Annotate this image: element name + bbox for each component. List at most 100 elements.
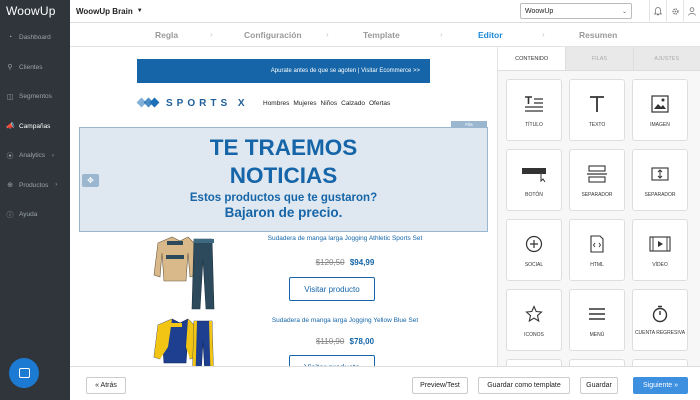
block-menu[interactable]: MENÚ — [569, 289, 625, 351]
sidebar-item-ayuda[interactable]: ⓘ Ayuda — [0, 200, 70, 230]
chevron-right-icon: › — [542, 30, 545, 39]
block-label: HTML — [590, 262, 604, 268]
block-countdown[interactable]: CUENTA REGRESIVA — [632, 289, 688, 351]
sidebar-item-dashboard[interactable]: ◔ Dashboard — [0, 23, 70, 53]
hero-subtitle-2: Bajaron de precio. — [224, 205, 343, 220]
brand-label: WoowUp Brain — [76, 6, 133, 16]
sidebar-item-label: Clientes — [19, 63, 43, 71]
block-button[interactable]: BOTÓN — [506, 149, 562, 211]
move-icon[interactable]: ✥ — [82, 174, 99, 187]
block-text[interactable]: TEXTO — [569, 79, 625, 141]
image-icon — [651, 94, 669, 114]
block-label: VÍDEO — [652, 262, 668, 268]
block-label: TEXTO — [588, 122, 606, 128]
email-nav-item[interactable]: Ofertas — [369, 100, 390, 107]
email-canvas[interactable]: Apurate antes de que se agoten | Visitar… — [70, 47, 498, 366]
sidebar-item-segmentos[interactable]: ◫ Segmentos — [0, 82, 70, 112]
step-editor[interactable]: Editor — [478, 30, 503, 40]
products-icon: ⊕ — [7, 182, 13, 190]
block-icons[interactable]: ICONOS — [506, 289, 562, 351]
caret-down-icon: ▼ — [136, 8, 143, 14]
price-row: $120,50 $94,99 — [230, 258, 460, 267]
block-html[interactable]: HTML — [569, 219, 625, 281]
chevron-right-icon: › — [52, 152, 55, 159]
button-icon — [521, 164, 547, 184]
sidebar-item-campanas[interactable]: 📣 Campañas — [0, 112, 70, 142]
promo-banner[interactable]: Apurate antes de que se agoten | Visitar… — [137, 59, 430, 83]
email-nav: Hombres Mujeres Niños Calzado Ofertas — [263, 100, 390, 107]
new-price: $94,99 — [349, 258, 375, 267]
help-icon: ⓘ — [6, 211, 14, 219]
block-video[interactable]: VÍDEO — [632, 219, 688, 281]
title-icon — [523, 94, 545, 114]
sidebar-item-label: Analytics — [19, 152, 46, 160]
price-row: $110,90 $78,00 — [230, 337, 460, 346]
visit-product-button[interactable]: Visitar producto — [289, 355, 375, 366]
block-separator[interactable]: SEPARADOR — [569, 149, 625, 211]
visit-product-button[interactable]: Visitar producto — [289, 277, 375, 301]
top-bar: WoowUp WoowUp Brain ▼ WoowUp ⌄ — [0, 0, 700, 23]
block-image[interactable]: IMAGEN — [632, 79, 688, 141]
block-label: BOTÓN — [525, 192, 543, 198]
save-as-template-button[interactable]: Guardar como template — [478, 377, 570, 394]
preview-test-button[interactable]: Preview/Test — [412, 377, 468, 394]
app-window: WoowUp WoowUp Brain ▼ WoowUp ⌄ ◔ Dashboa… — [0, 0, 700, 400]
product-image-tracksuit-yellow-blue[interactable] — [150, 317, 216, 366]
tab-contenido[interactable]: CONTENIDO — [498, 47, 566, 70]
block-label: MENÚ — [589, 332, 605, 338]
tab-ajustes[interactable]: AJUSTES — [632, 47, 700, 70]
block-label: CUENTA REGRESIVA — [634, 330, 686, 336]
product-name[interactable]: Sudadera de manga larga Jogging Athletic… — [230, 235, 460, 242]
block-label: SEPARADOR — [644, 192, 676, 198]
hero-row-selected[interactable]: Fila TE TRAEMOS NOTICIAS Estos productos… — [79, 121, 488, 232]
brand-selector[interactable]: WoowUp Brain ▼ — [76, 7, 143, 16]
step-resumen[interactable]: Resumen — [579, 30, 617, 40]
block-label: SEPARADOR — [581, 192, 613, 198]
block-social[interactable]: SOCIAL — [506, 219, 562, 281]
old-price: $120,50 — [315, 258, 345, 267]
app-logo[interactable]: WoowUp — [0, 0, 70, 23]
email-nav-item[interactable]: Calzado — [341, 100, 365, 107]
brand-logo[interactable]: SPORTS X — [136, 96, 249, 110]
user-icon[interactable] — [683, 0, 700, 23]
hero-title-line1: TE TRAEMOS — [209, 135, 358, 160]
chevron-right-icon: › — [326, 30, 329, 39]
row-tag: Fila — [451, 121, 487, 128]
back-button[interactable]: « Atrás — [86, 377, 126, 394]
footer-bar: « Atrás Preview/Test Guardar como templa… — [70, 366, 700, 400]
megaphone-icon: 📣 — [6, 123, 15, 131]
promo-text: Apurate antes de que se agoten | Visitar… — [270, 68, 420, 74]
block-label: TÍTULO — [525, 122, 543, 128]
hero-subtitle: Estos productos que te gustaron? — [189, 192, 378, 204]
text-icon — [589, 94, 605, 114]
account-select[interactable]: WoowUp ⌄ — [520, 3, 632, 19]
tab-filas[interactable]: FILAS — [565, 47, 633, 70]
sidebar-item-analytics[interactable]: ⦿ Analytics › — [0, 141, 70, 171]
old-price: $110,90 — [315, 337, 345, 346]
block-title[interactable]: TÍTULO — [506, 79, 562, 141]
chevron-right-icon: › — [210, 30, 213, 39]
next-button[interactable]: Siguiente » — [633, 377, 688, 394]
step-regla[interactable]: Regla — [155, 30, 178, 40]
step-configuracion[interactable]: Configuración — [244, 30, 302, 40]
block-spacer[interactable]: SEPARADOR — [632, 149, 688, 211]
chat-launcher-button[interactable] — [9, 358, 39, 388]
product-name[interactable]: Sudadera de manga larga Jogging Yellow B… — [230, 317, 460, 324]
save-button[interactable]: Guardar — [580, 377, 618, 394]
panel-tabs: CONTENIDO FILAS AJUSTES — [498, 47, 700, 71]
bell-icon[interactable] — [649, 0, 666, 23]
email-nav-item[interactable]: Mujeres — [293, 100, 316, 107]
email-nav-item[interactable]: Hombres — [263, 100, 289, 107]
gear-icon[interactable] — [666, 0, 683, 23]
product-image-tracksuit-beige[interactable] — [150, 235, 216, 313]
sidebar-item-label: Campañas — [19, 122, 51, 130]
dashboard-icon: ◔ — [7, 34, 13, 42]
sidebar-item-productos[interactable]: ⊕ Productos › — [0, 171, 70, 201]
email-nav-item[interactable]: Niños — [321, 100, 338, 107]
step-template[interactable]: Template — [363, 30, 400, 40]
sidebar-item-clientes[interactable]: ⚲ Clientes — [0, 53, 70, 83]
filter-icon: ◫ — [6, 93, 14, 101]
separator-icon — [586, 164, 608, 184]
new-price: $78,00 — [349, 337, 375, 346]
chevron-right-icon: › — [55, 182, 58, 189]
